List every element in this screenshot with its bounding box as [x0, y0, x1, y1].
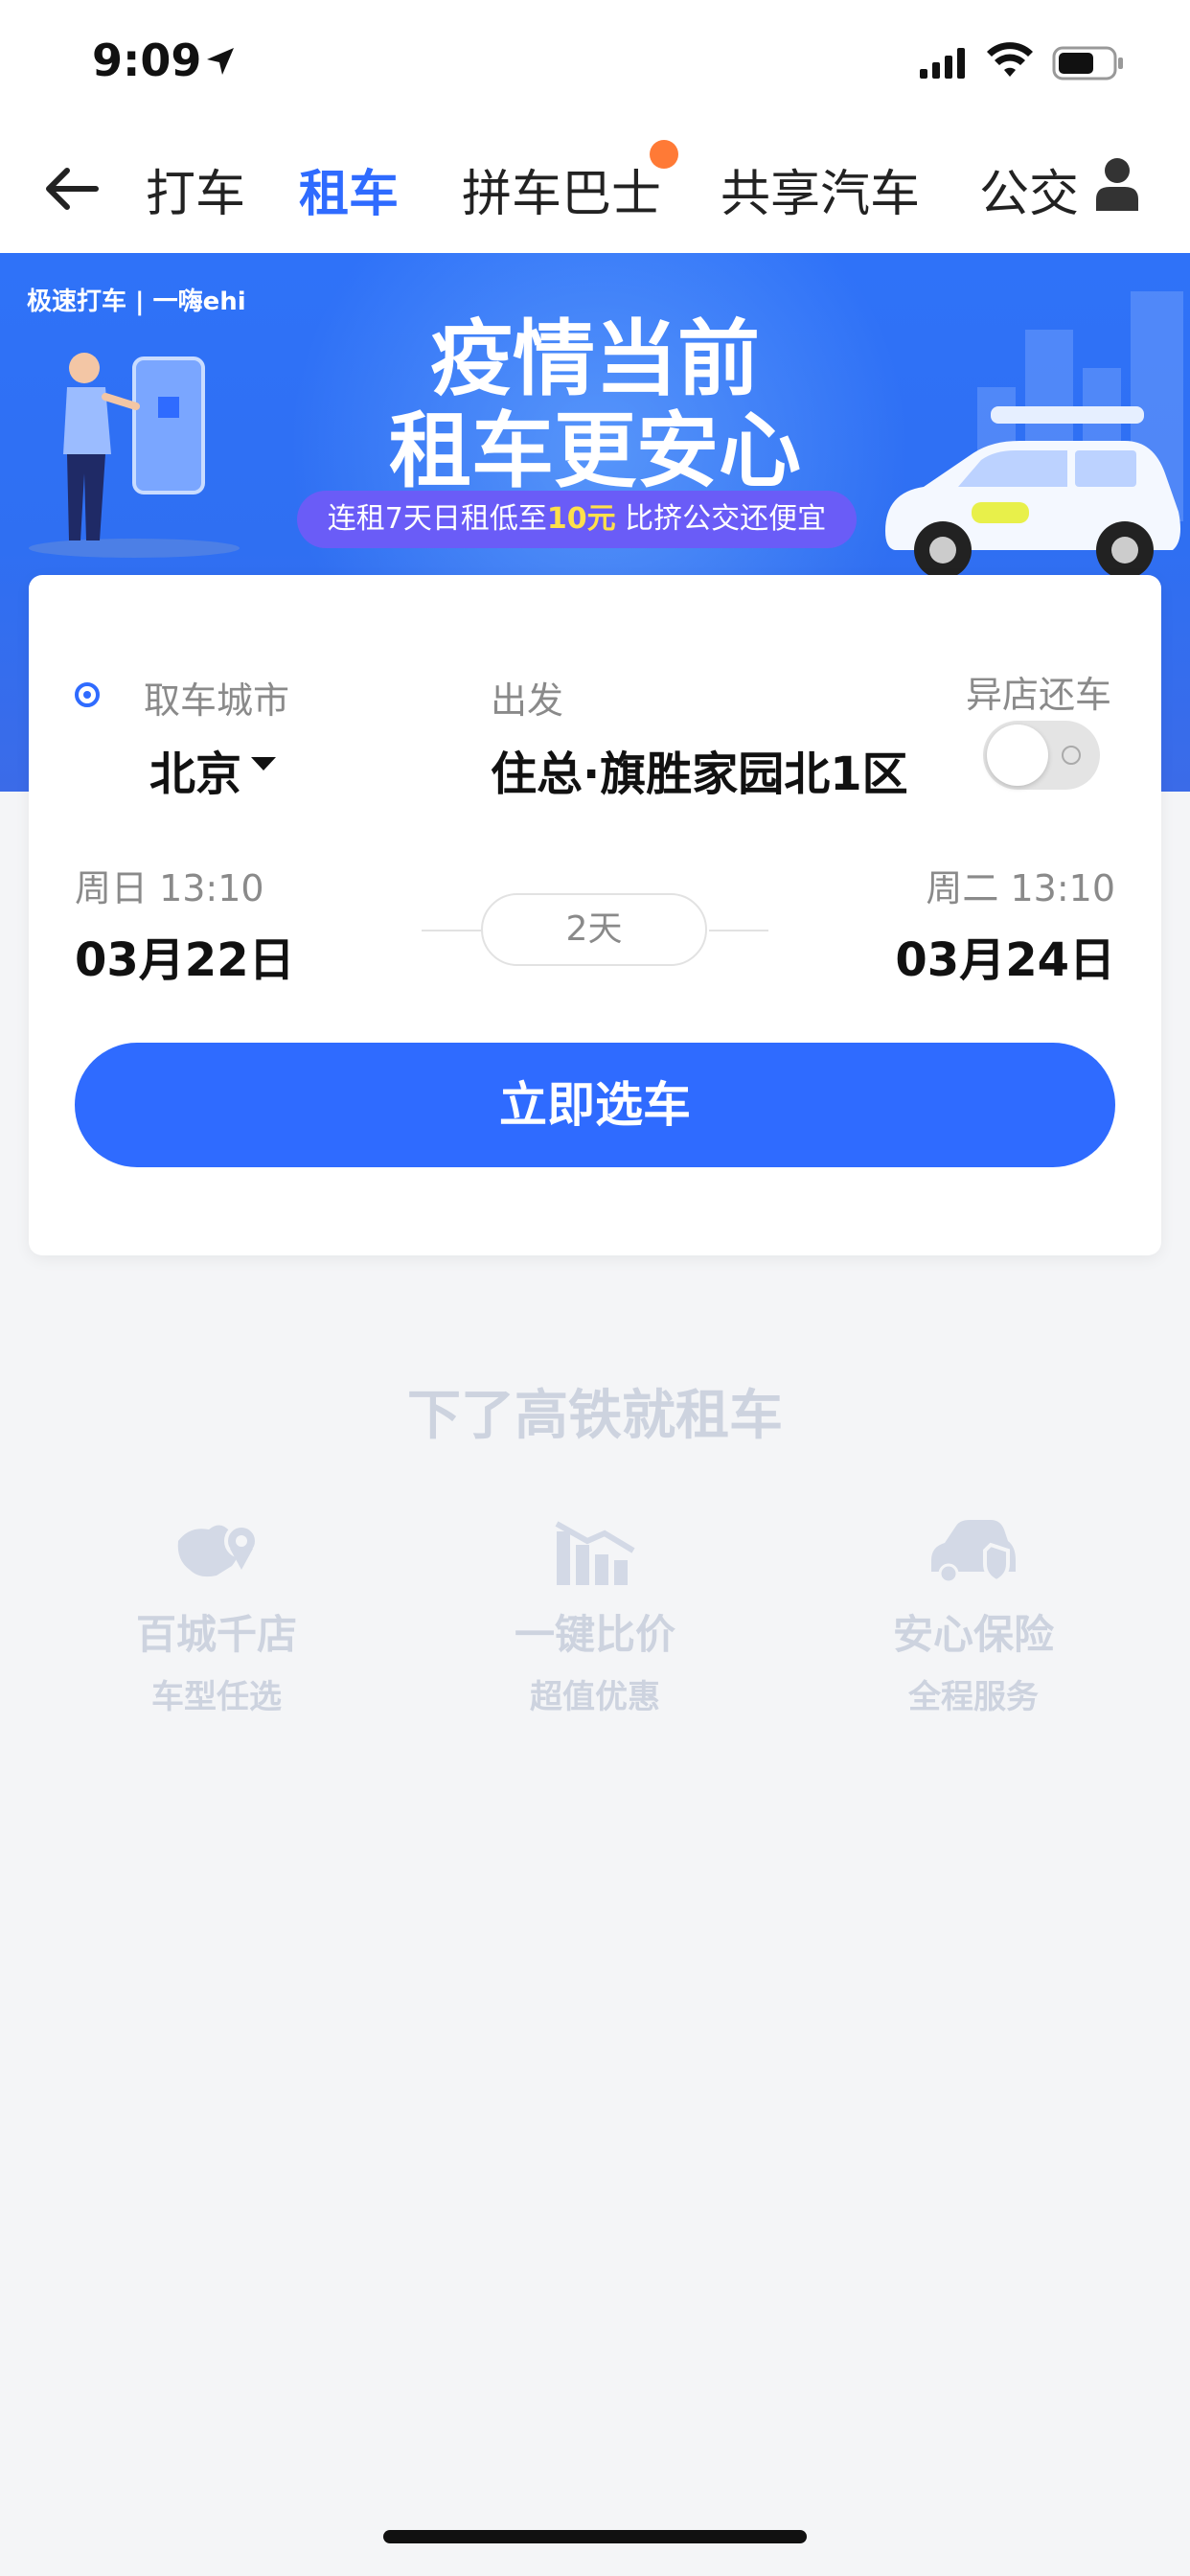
select-car-button[interactable]: 立即选车	[75, 1043, 1115, 1167]
location-arrow-icon	[207, 48, 234, 75]
pill-suffix: 比挤公交还便宜	[615, 502, 827, 536]
duration-line-right	[709, 930, 768, 932]
pickup-city-label: 取车城市	[144, 679, 290, 722]
person-with-phone-illustration	[29, 353, 240, 558]
duration-line-left	[422, 930, 481, 932]
tab-bus[interactable]: 公交	[979, 153, 1079, 225]
feature-subtitle: 车型任选	[151, 1678, 282, 1716]
new-badge	[650, 140, 678, 169]
pickup-city-select[interactable]: 北京	[149, 736, 241, 803]
status-time: 9:09	[92, 34, 202, 86]
top-nav: 打车 租车 拼车巴士 共享汽车 公交	[0, 126, 1190, 253]
chevron-down-icon[interactable]	[251, 757, 276, 770]
duration-badge: 2天	[481, 893, 707, 966]
tab-car-rental[interactable]: 租车	[299, 153, 399, 225]
booking-card: 取车城市 北京 出发 住总·旗胜家园北1区 异店还车 周日 13:10 03月2…	[29, 575, 1161, 1255]
battery-icon	[1052, 46, 1123, 80]
status-bar: 9:09	[0, 0, 1190, 126]
home-indicator[interactable]	[383, 2530, 807, 2543]
depart-location-field[interactable]: 住总·旗胜家园北1区	[491, 736, 908, 803]
end-weekday-time: 周二 13:10	[926, 867, 1115, 909]
cellular-signal-icon	[920, 48, 965, 79]
feature-item: 一键比价 超值优惠	[442, 1512, 748, 1717]
pill-prefix: 连租7天日租低至	[327, 502, 547, 536]
start-date-field[interactable]: 03月22日	[75, 922, 295, 989]
back-arrow-icon[interactable]	[38, 155, 105, 222]
feature-title: 一键比价	[514, 1611, 675, 1658]
wifi-icon	[987, 42, 1033, 77]
toggle-knob	[987, 724, 1048, 786]
pill-highlight: 10元	[546, 502, 616, 536]
feature-subtitle: 超值优惠	[530, 1678, 660, 1716]
start-weekday-time: 周日 13:10	[75, 867, 264, 909]
return-diff-label: 异店还车	[966, 674, 1112, 716]
user-profile-icon[interactable]	[1092, 155, 1142, 213]
feature-item: 安心保险 全程服务	[820, 1512, 1127, 1717]
car-illustration	[885, 406, 1180, 579]
location-dot-icon	[75, 682, 100, 707]
banner-promo-pill: 连租7天日租低至10元 比挤公交还便宜	[297, 491, 857, 548]
china-map-pin-icon	[177, 1524, 259, 1577]
car-shield-icon	[931, 1520, 1016, 1584]
feature-title: 百城千店	[135, 1611, 297, 1658]
depart-label: 出发	[491, 679, 564, 722]
tab-carpool-bus[interactable]: 拼车巴士	[462, 153, 661, 225]
price-chart-icon	[555, 1521, 635, 1585]
tab-taxi[interactable]: 打车	[146, 153, 245, 225]
end-date-field[interactable]: 03月24日	[895, 922, 1115, 989]
tab-car-sharing[interactable]: 共享汽车	[721, 153, 920, 225]
features-title: 下了高铁就租车	[407, 1385, 783, 1447]
feature-title: 安心保险	[892, 1611, 1054, 1658]
toggle-off-indicator	[1062, 746, 1081, 765]
feature-item: 百城千店 车型任选	[63, 1512, 370, 1717]
return-diff-toggle[interactable]	[983, 721, 1100, 790]
feature-subtitle: 全程服务	[908, 1678, 1039, 1716]
